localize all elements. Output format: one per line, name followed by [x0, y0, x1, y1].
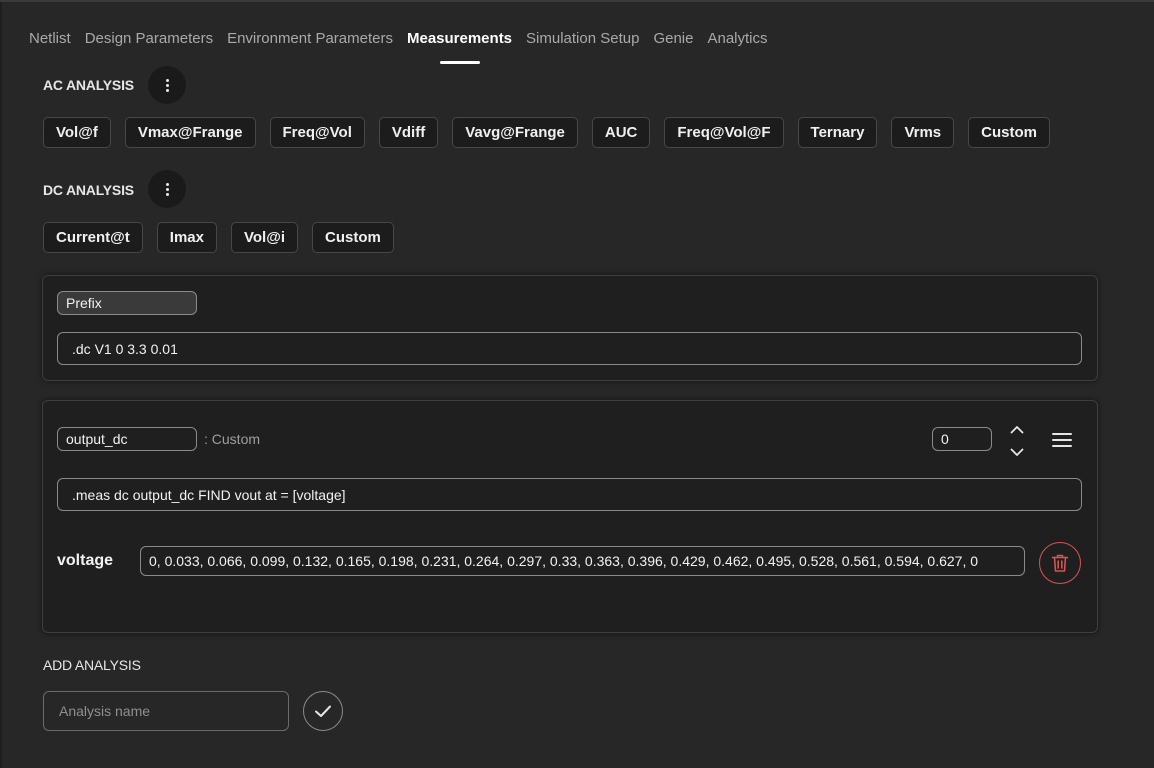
ac-chip-freq-at-vol-at-f[interactable]: Freq@Vol@F	[664, 117, 784, 148]
tab-netlist[interactable]: Netlist	[29, 30, 71, 64]
dc-chip-custom[interactable]: Custom	[312, 222, 394, 253]
ac-chip-vrms[interactable]: Vrms	[891, 117, 955, 148]
ac-chip-custom[interactable]: Custom	[968, 117, 1050, 148]
measurement-order-input[interactable]: 0	[932, 427, 992, 451]
more-vertical-icon	[165, 182, 169, 196]
chevron-down-icon	[1010, 448, 1024, 456]
more-vertical-icon	[165, 78, 169, 92]
tab-design-parameters[interactable]: Design Parameters	[85, 30, 213, 64]
ac-chip-auc[interactable]: AUC	[591, 117, 651, 148]
tab-measurements[interactable]: Measurements	[407, 30, 512, 64]
prefix-command-input[interactable]: .dc V1 0 3.3 0.01	[57, 332, 1082, 365]
tab-environment-parameters[interactable]: Environment Parameters	[227, 30, 393, 64]
add-analysis-title: ADD ANALYSIS	[43, 657, 141, 673]
trash-icon	[1051, 554, 1069, 572]
ac-chip-ternary[interactable]: Ternary	[797, 117, 878, 148]
menu-icon-line	[1052, 445, 1072, 447]
measurement-command-input[interactable]: .meas dc output_dc FIND vout at = [volta…	[57, 478, 1082, 511]
dc-chip-vol-at-i[interactable]: Vol@i	[231, 222, 299, 253]
dc-analysis-title: DC ANALYSIS	[43, 182, 134, 198]
dc-chip-imax[interactable]: Imax	[156, 222, 217, 253]
ac-chip-vdiff[interactable]: Vdiff	[378, 117, 439, 148]
ac-analysis-title: AC ANALYSIS	[43, 77, 134, 93]
ac-analysis-more-button[interactable]	[148, 66, 186, 104]
tab-genie[interactable]: Genie	[653, 30, 693, 64]
ac-analysis-chips: Vol@f Vmax@Frange Freq@Vol Vdiff Vavg@Fr…	[43, 117, 1050, 148]
move-down-button[interactable]	[1007, 444, 1027, 460]
parameter-label: voltage	[57, 552, 114, 569]
drag-handle-button[interactable]	[1052, 428, 1076, 452]
chevron-up-icon	[1010, 425, 1024, 433]
menu-icon-line	[1052, 439, 1072, 441]
measurements-page: Netlist Design Parameters Environment Pa…	[0, 0, 1154, 768]
dc-analysis-more-button[interactable]	[148, 170, 186, 208]
ac-chip-vol-at-f[interactable]: Vol@f	[43, 117, 111, 148]
parameter-value-input[interactable]: 0, 0.033, 0.066, 0.099, 0.132, 0.165, 0.…	[140, 546, 1025, 576]
confirm-add-analysis-button[interactable]	[303, 691, 343, 731]
ac-chip-vmax-at-frange[interactable]: Vmax@Frange	[124, 117, 256, 148]
measurement-type-label: : Custom	[204, 431, 261, 447]
window-edge	[0, 2, 2, 768]
prefix-card: Prefix .dc V1 0 3.3 0.01	[42, 275, 1098, 381]
dc-chip-current-at-t[interactable]: Current@t	[43, 222, 143, 253]
menu-icon-line	[1052, 433, 1072, 435]
analysis-name-input[interactable]	[43, 691, 289, 731]
delete-parameter-button[interactable]	[1039, 542, 1081, 584]
ac-chip-freq-at-vol[interactable]: Freq@Vol	[269, 117, 365, 148]
dc-analysis-chips: Current@t Imax Vol@i Custom	[43, 222, 394, 253]
tab-bar: Netlist Design Parameters Environment Pa…	[29, 30, 782, 66]
check-icon	[315, 705, 331, 717]
prefix-label-field[interactable]: Prefix	[57, 291, 197, 315]
measurement-card: output_dc : Custom 0 .meas dc output_dc …	[42, 400, 1098, 633]
measurement-name-input[interactable]: output_dc	[57, 427, 197, 451]
ac-chip-vavg-at-frange[interactable]: Vavg@Frange	[452, 117, 578, 148]
tab-analytics[interactable]: Analytics	[707, 30, 767, 64]
move-up-button[interactable]	[1007, 421, 1027, 437]
tab-simulation-setup[interactable]: Simulation Setup	[526, 30, 639, 64]
